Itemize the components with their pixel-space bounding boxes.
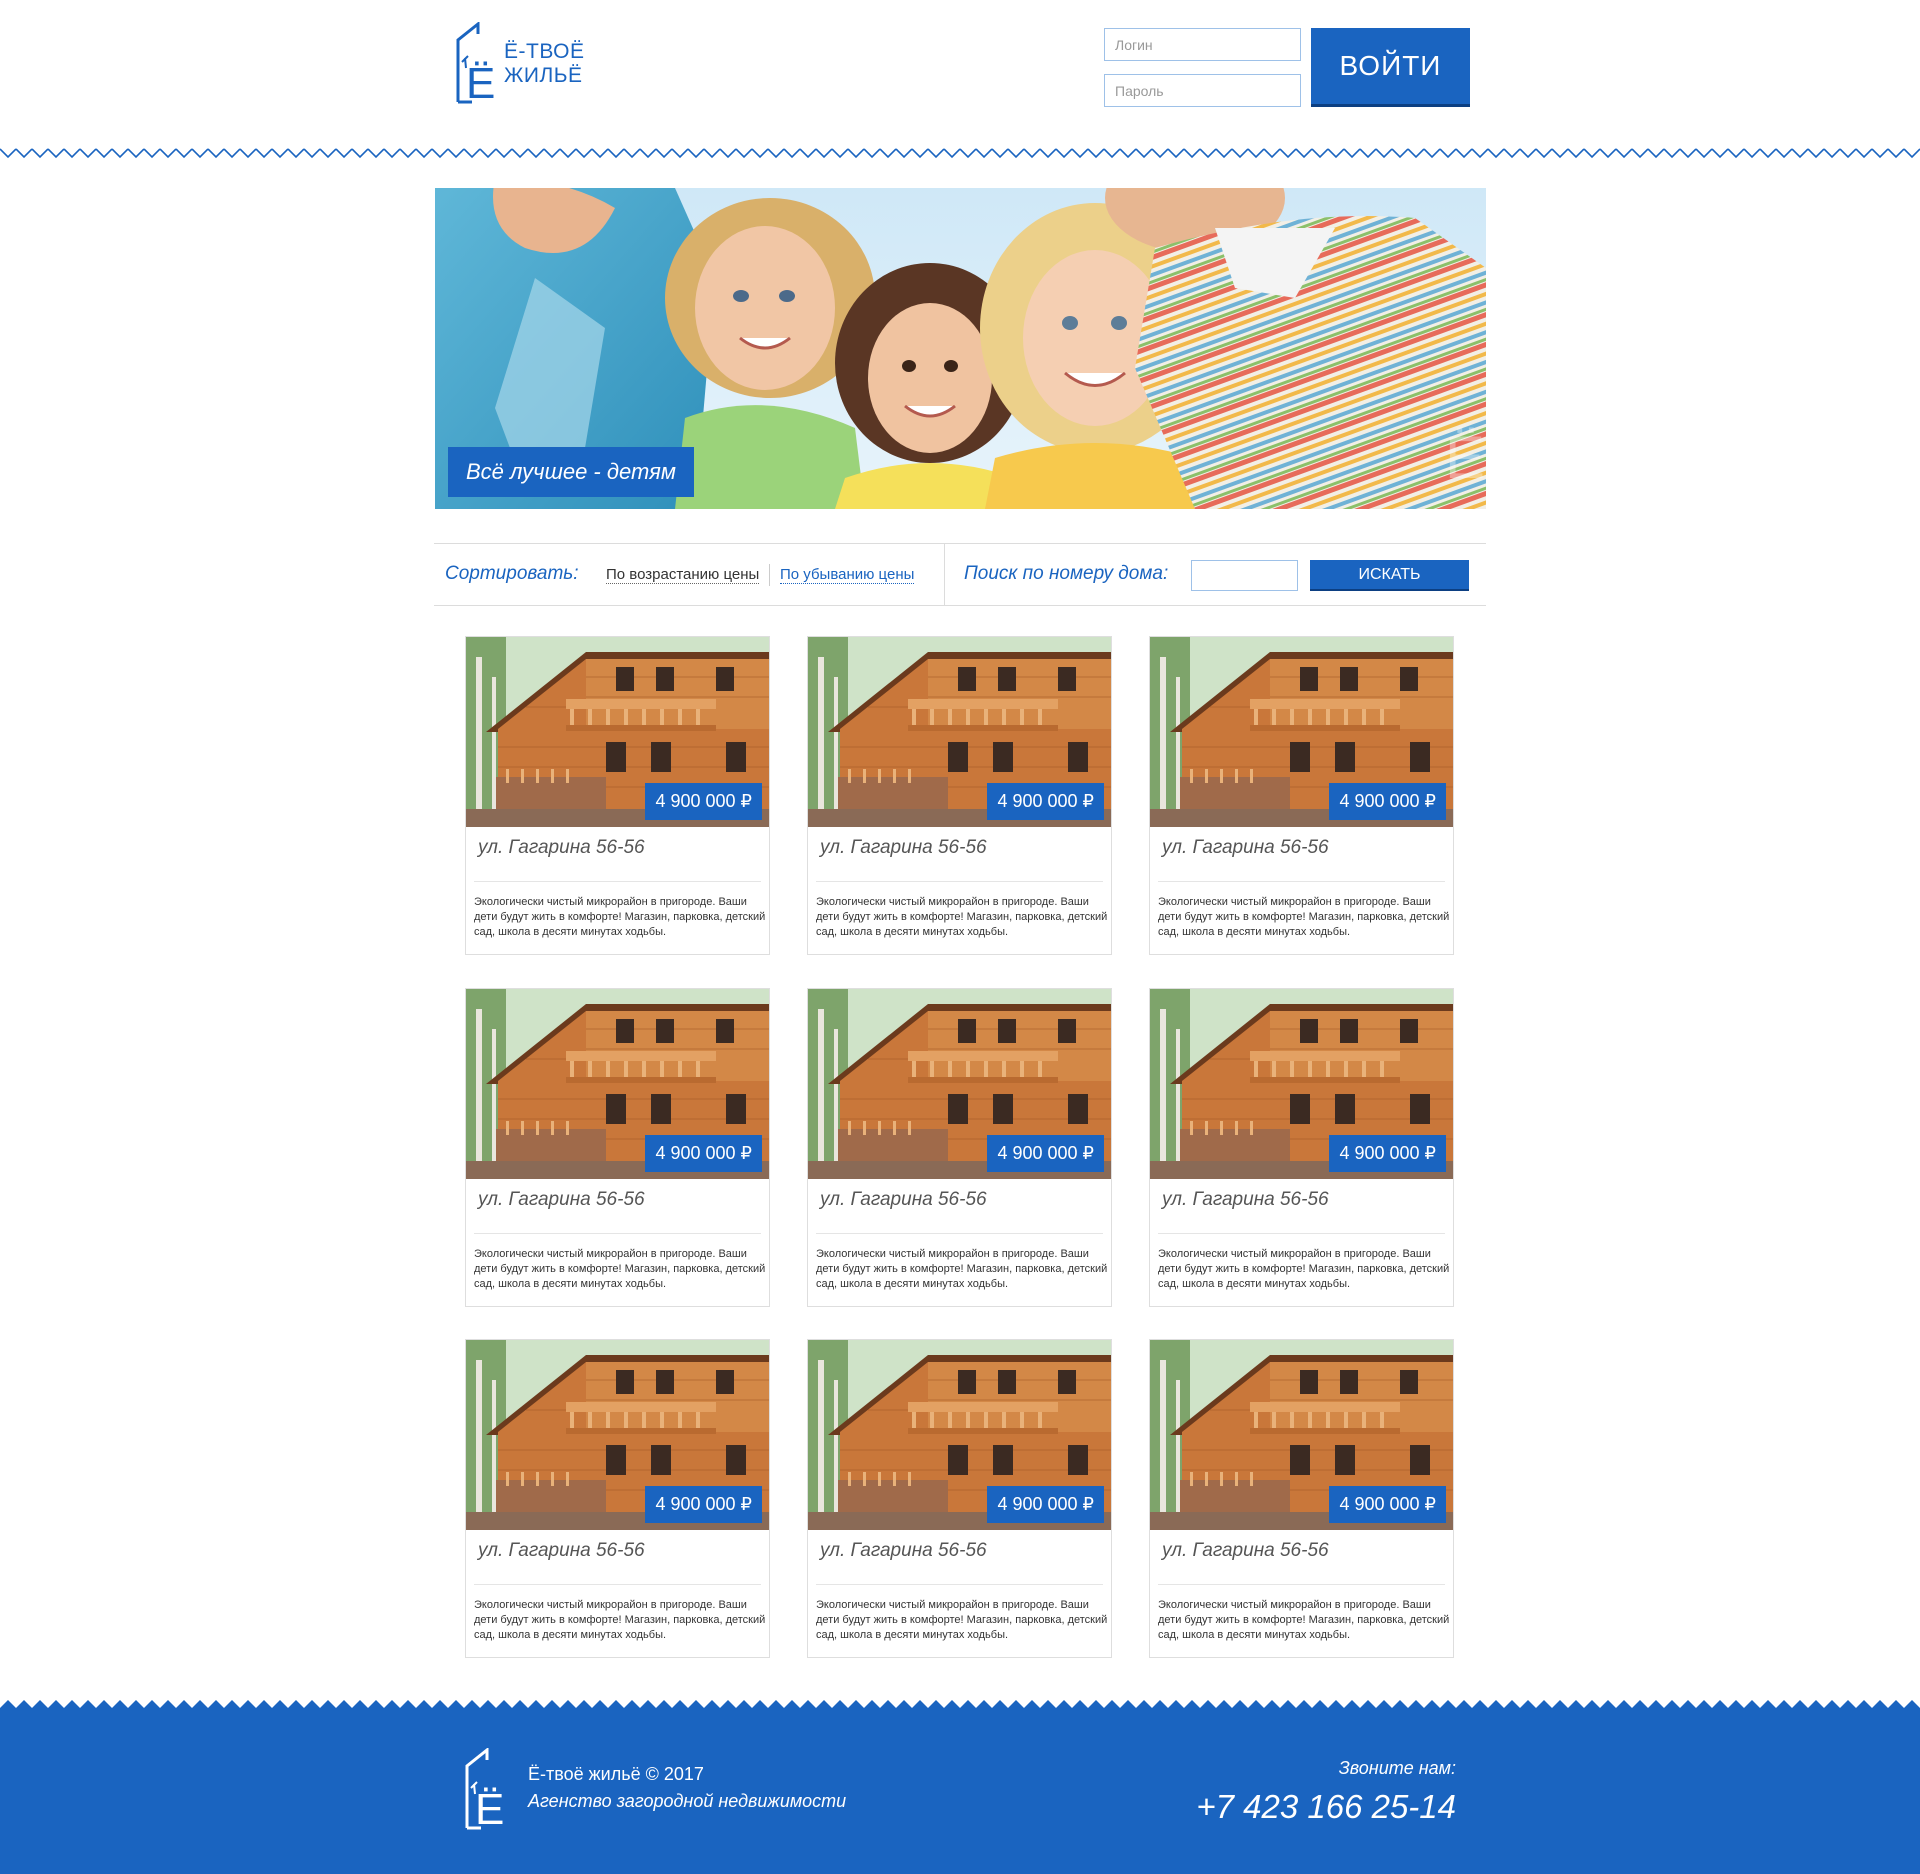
listing-description: Экологически чистый микрорайон в пригоро… [474, 1599, 766, 1641]
listing-price-badge: 4 900 000 ₽ [987, 783, 1104, 820]
logo-line-1: Ё-ТВОЁ [504, 40, 585, 63]
listing-card[interactable]: 4 900 000 ₽ ул. Гагарина 56-56 Экологиче… [465, 636, 770, 955]
listing-card[interactable]: 4 900 000 ₽ ул. Гагарина 56-56 Экологиче… [465, 988, 770, 1307]
sort-price-asc-link[interactable]: По возрастанию цены [606, 566, 760, 584]
listing-price-badge: 4 900 000 ₽ [1329, 1486, 1446, 1523]
listing-description: Экологически чистый микрорайон в пригоро… [474, 1248, 766, 1290]
login-button[interactable]: ВОЙТИ [1311, 28, 1470, 107]
hero-banner: Ё Всё лучшее - детям [435, 188, 1486, 509]
svg-text:Ё: Ё [1445, 424, 1485, 491]
listing-description: Экологически чистый микрорайон в пригоро… [1158, 896, 1450, 938]
listing-description: Экологически чистый микрорайон в пригоро… [474, 896, 766, 938]
listing-divider [474, 1584, 761, 1585]
listing-price-badge: 4 900 000 ₽ [645, 1486, 762, 1523]
svg-text:Ё: Ё [475, 1785, 504, 1832]
listing-address[interactable]: ул. Гагарина 56-56 [1162, 1540, 1329, 1562]
footer-copyright: Ё-твоё жильё © 2017 [528, 1764, 704, 1784]
listing-divider [1158, 1584, 1445, 1585]
listing-description: Экологически чистый микрорайон в пригоро… [816, 1248, 1108, 1290]
listing-address[interactable]: ул. Гагарина 56-56 [820, 837, 987, 859]
listing-card[interactable]: 4 900 000 ₽ ул. Гагарина 56-56 Экологиче… [1149, 636, 1454, 955]
hero-caption: Всё лучшее - детям [448, 447, 694, 497]
listing-description: Экологически чистый микрорайон в пригоро… [816, 1599, 1108, 1641]
site-footer: Ё Ё-твоё жильё © 2017 Агенство загородно… [0, 1708, 1920, 1874]
site-header: Ё Ё-ТВОЁ ЖИЛЬЁ ВОЙТИ [0, 0, 1920, 150]
search-button[interactable]: ИСКАТЬ [1310, 560, 1469, 591]
sort-separator [769, 564, 770, 586]
login-input[interactable] [1104, 28, 1301, 61]
logo-line-2: ЖИЛЬЁ [504, 64, 583, 87]
svg-text:Ё: Ё [466, 59, 495, 106]
house-number-search-input[interactable] [1191, 560, 1298, 591]
site-logo[interactable]: Ё Ё-ТВОЁ ЖИЛЬЁ [448, 22, 588, 106]
listing-divider [474, 1233, 761, 1234]
zigzag-divider-top [0, 145, 1920, 161]
house-logo-icon: Ё [456, 22, 495, 106]
listing-address[interactable]: ул. Гагарина 56-56 [820, 1540, 987, 1562]
listing-address[interactable]: ул. Гагарина 56-56 [478, 1189, 645, 1211]
listing-divider [1158, 1233, 1445, 1234]
listing-description: Экологически чистый микрорайон в пригоро… [1158, 1248, 1450, 1290]
listing-card[interactable]: 4 900 000 ₽ ул. Гагарина 56-56 Экологиче… [807, 636, 1112, 955]
listing-card[interactable]: 4 900 000 ₽ ул. Гагарина 56-56 Экологиче… [807, 988, 1112, 1307]
sort-price-desc-link[interactable]: По убыванию цены [780, 566, 915, 584]
house-logo-icon: Ё [465, 1748, 504, 1832]
listing-address[interactable]: ул. Гагарина 56-56 [478, 1540, 645, 1562]
listing-divider [1158, 881, 1445, 882]
listing-divider [816, 1584, 1103, 1585]
footer-tagline: Агенство загородной недвижимости [528, 1791, 847, 1811]
listing-address[interactable]: ул. Гагарина 56-56 [1162, 1189, 1329, 1211]
listing-price-badge: 4 900 000 ₽ [1329, 1135, 1446, 1172]
footer-call-label: Звоните нам: [1338, 1758, 1456, 1778]
listing-divider [816, 1233, 1103, 1234]
listing-address[interactable]: ул. Гагарина 56-56 [1162, 837, 1329, 859]
listing-price-badge: 4 900 000 ₽ [645, 783, 762, 820]
listing-description: Экологически чистый микрорайон в пригоро… [1158, 1599, 1450, 1641]
listing-price-badge: 4 900 000 ₽ [1329, 783, 1446, 820]
logo-text: Ё-ТВОЁ ЖИЛЬЁ [504, 40, 585, 88]
house-number-search-label: Поиск по номеру дома: [964, 563, 1169, 584]
filter-bar: Сортировать: По возрастанию цены По убыв… [434, 543, 1486, 606]
listing-price-badge: 4 900 000 ₽ [987, 1135, 1104, 1172]
listing-card[interactable]: 4 900 000 ₽ ул. Гагарина 56-56 Экологиче… [1149, 1339, 1454, 1658]
listing-card[interactable]: 4 900 000 ₽ ул. Гагарина 56-56 Экологиче… [1149, 988, 1454, 1307]
sort-label: Сортировать: [445, 563, 579, 584]
listing-price-badge: 4 900 000 ₽ [987, 1486, 1104, 1523]
password-input[interactable] [1104, 74, 1301, 107]
listing-address[interactable]: ул. Гагарина 56-56 [478, 837, 645, 859]
listing-card[interactable]: 4 900 000 ₽ ул. Гагарина 56-56 Экологиче… [465, 1339, 770, 1658]
footer-phone-link[interactable]: +7 423 166 25-14 [1196, 1788, 1456, 1826]
listing-address[interactable]: ул. Гагарина 56-56 [820, 1189, 987, 1211]
filter-divider [944, 544, 945, 605]
listing-divider [474, 881, 761, 882]
listing-card[interactable]: 4 900 000 ₽ ул. Гагарина 56-56 Экологиче… [807, 1339, 1112, 1658]
listing-description: Экологически чистый микрорайон в пригоро… [816, 896, 1108, 938]
listing-divider [816, 881, 1103, 882]
listing-price-badge: 4 900 000 ₽ [645, 1135, 762, 1172]
